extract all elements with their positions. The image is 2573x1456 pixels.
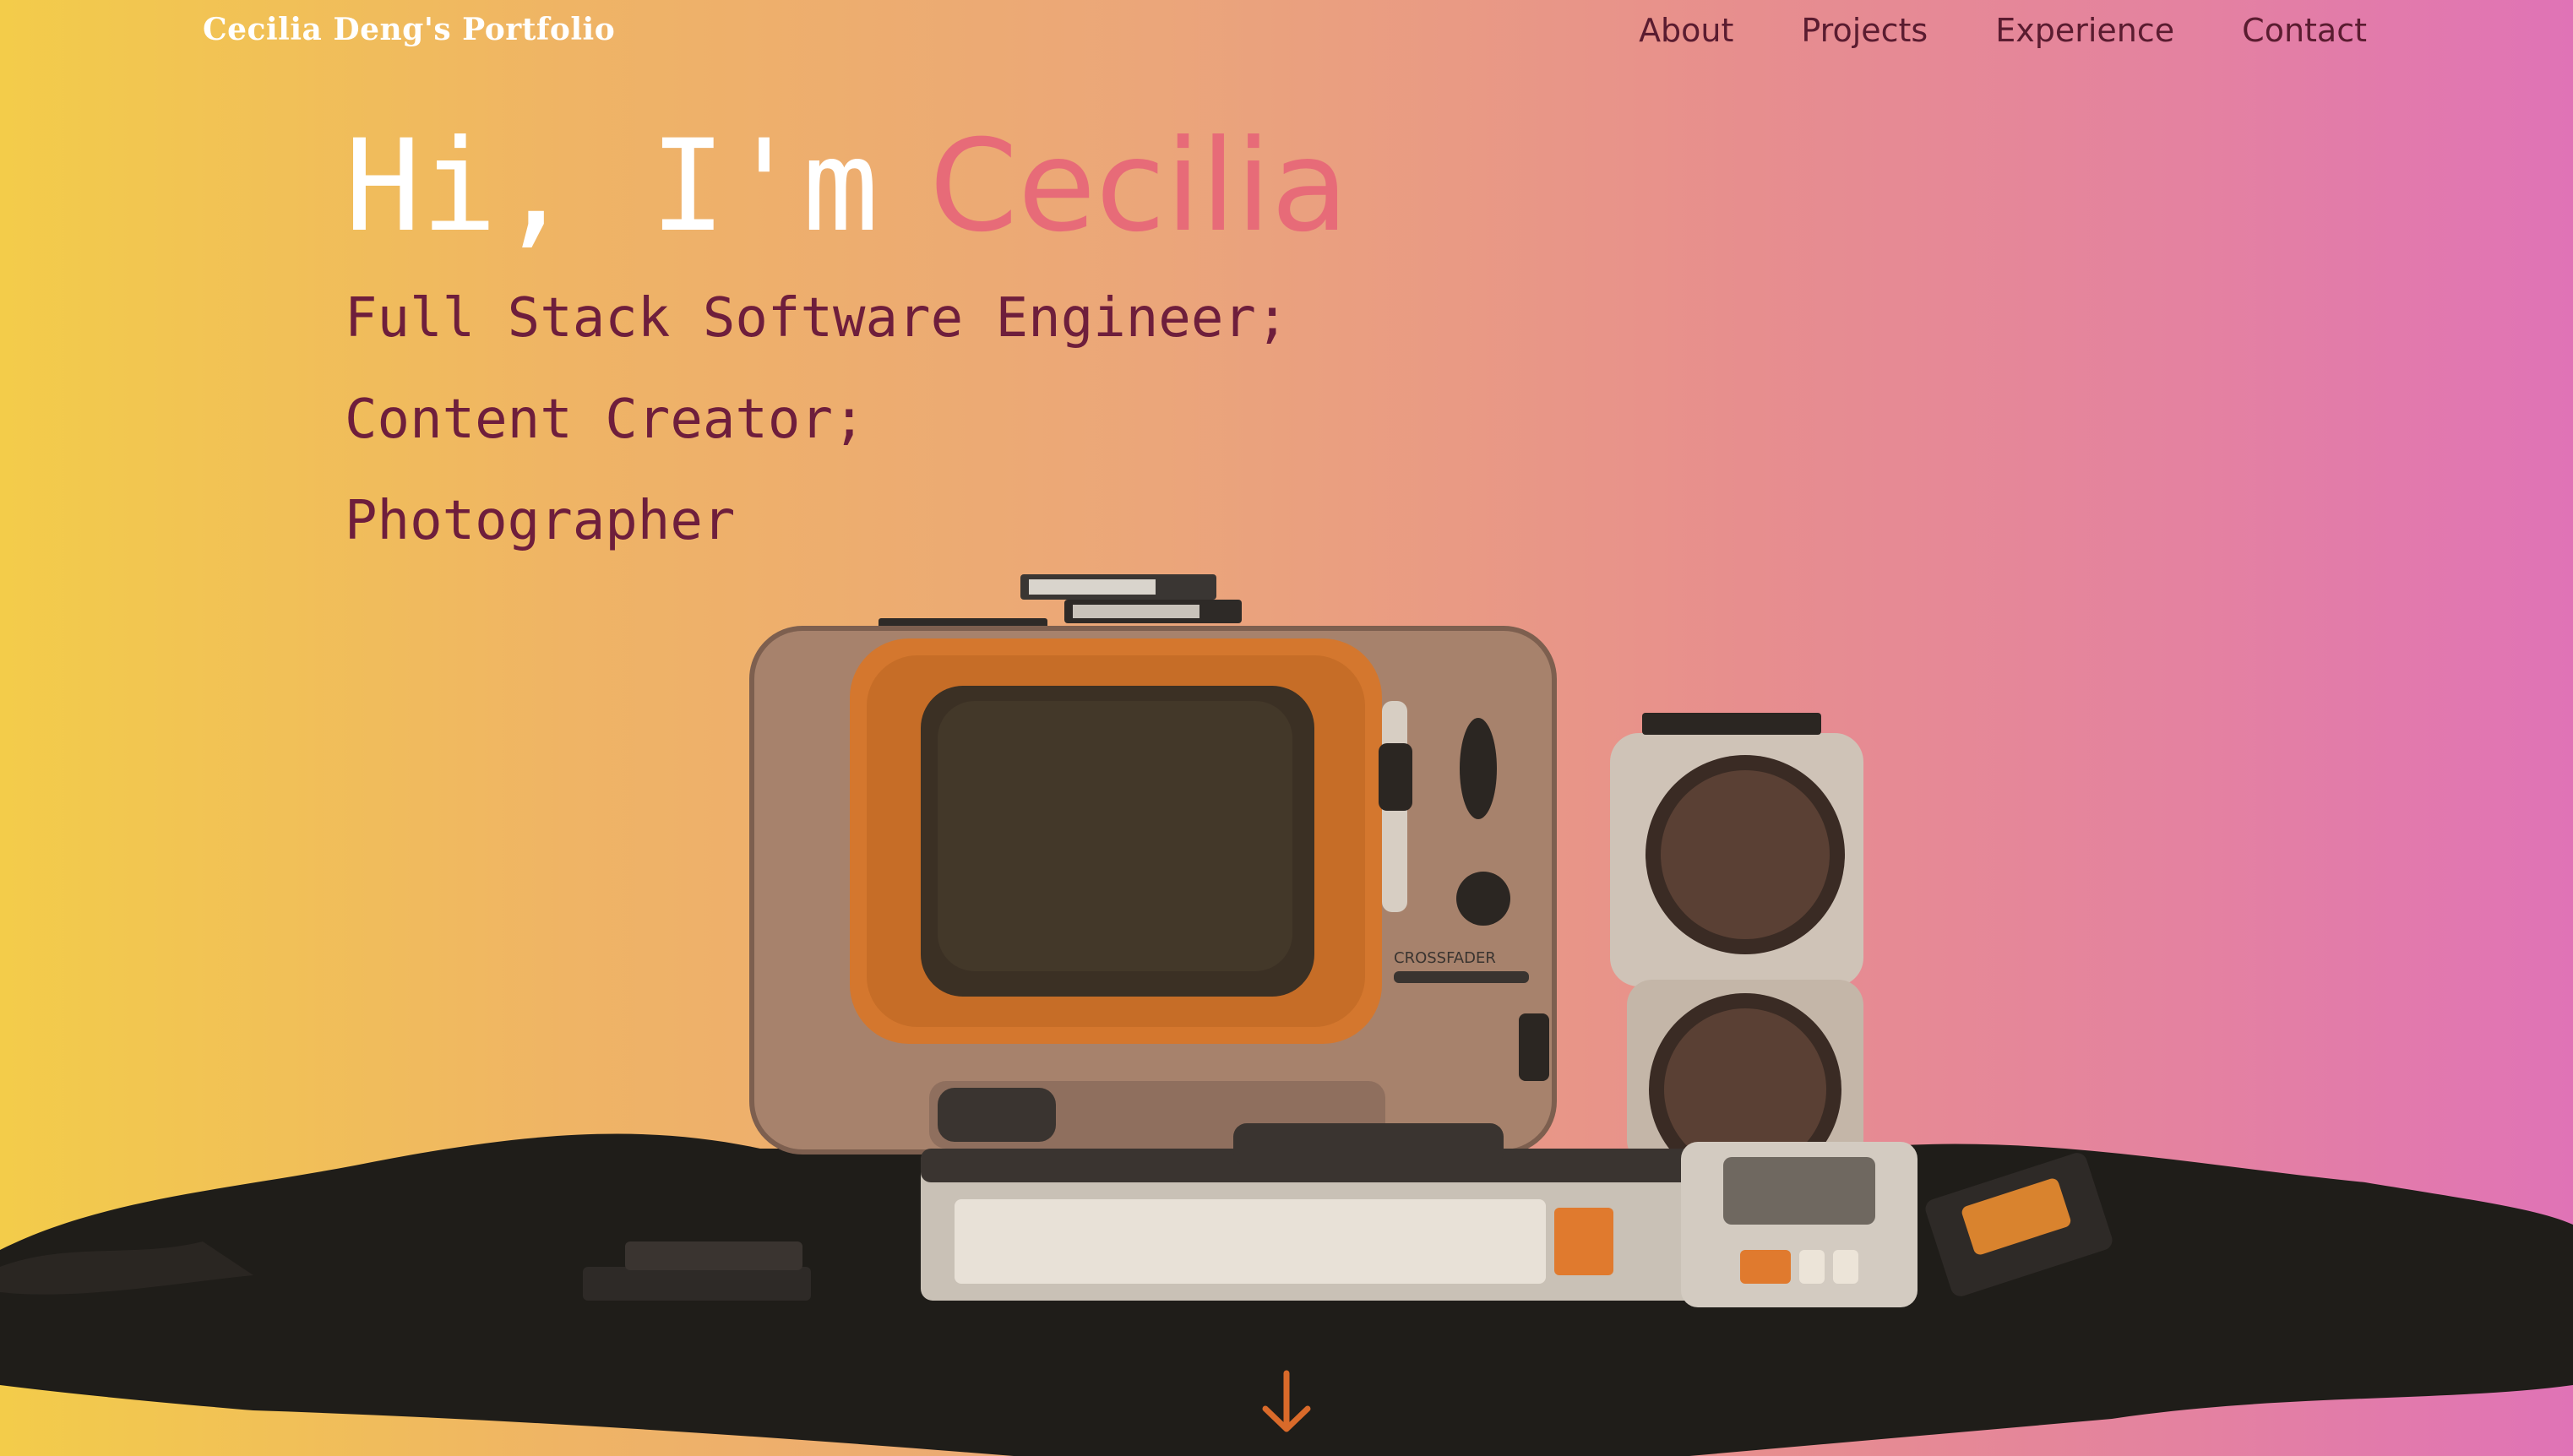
svg-text:CROSSFADER: CROSSFADER	[1394, 949, 1496, 967]
role-list: Full Stack Software Engineer; Content Cr…	[345, 268, 1349, 572]
nav-projects[interactable]: Projects	[1801, 12, 1928, 49]
role-item: Content Creator;	[345, 388, 866, 451]
hero-greeting: Hi, I'm	[345, 113, 879, 260]
role-item: Full Stack Software Engineer;	[345, 287, 1289, 350]
nav-about[interactable]: About	[1639, 12, 1733, 49]
hero-name: Cecilia	[929, 113, 1349, 260]
retro-computer-scene: CROSSFADER	[0, 574, 2573, 1456]
main-nav: About Projects Experience Contact	[1639, 12, 2367, 49]
arrow-down-icon[interactable]	[1257, 1368, 1316, 1436]
site-brand[interactable]: Cecilia Deng's Portfolio	[203, 12, 615, 47]
hero-section: Hi, I'm Cecilia Full Stack Software Engin…	[345, 118, 1349, 572]
nav-contact[interactable]: Contact	[2242, 12, 2367, 49]
hero-title: Hi, I'm Cecilia	[345, 118, 1349, 254]
nav-experience[interactable]: Experience	[1995, 12, 2174, 49]
